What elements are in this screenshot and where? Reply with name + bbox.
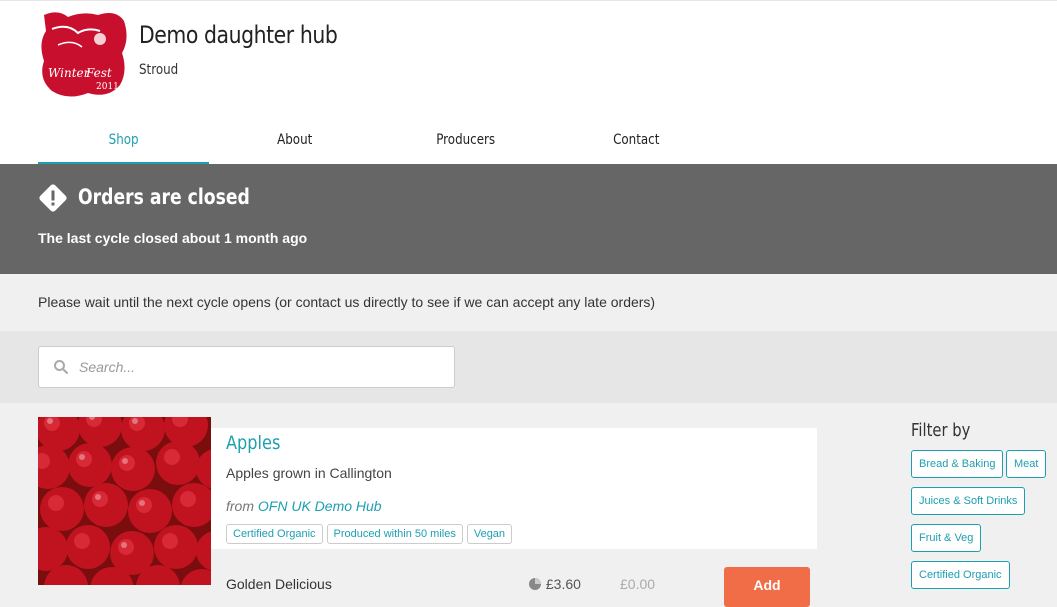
variant-name: Golden Delicious: [226, 576, 332, 592]
orders-closed-subtitle: The last cycle closed about 1 month ago: [38, 230, 308, 246]
hub-logo: Winter Fest 2011: [38, 9, 128, 97]
filter-tag-meat[interactable]: Meat: [1006, 450, 1047, 478]
svg-text:2011: 2011: [96, 82, 119, 92]
hub-name: Demo daughter hub: [139, 21, 338, 49]
product-description: Apples grown in Callington: [226, 465, 392, 481]
filter-tag-fruit-veg[interactable]: Fruit & Veg: [911, 524, 982, 552]
from-hub-link[interactable]: OFN UK Demo Hub: [258, 498, 382, 514]
orders-closed-banner: [0, 164, 1057, 274]
variant-price: £3.60: [528, 576, 581, 592]
tab-producers[interactable]: Producers: [380, 117, 551, 165]
product-tag[interactable]: Certified Organic: [226, 524, 323, 544]
tab-contact[interactable]: Contact: [551, 117, 722, 165]
from-label: from: [226, 498, 254, 514]
svg-text:Fest: Fest: [85, 66, 112, 80]
product-tag[interactable]: Vegan: [466, 524, 513, 544]
search-box[interactable]: [38, 346, 455, 388]
wait-message: Please wait until the next cycle opens (…: [38, 294, 656, 310]
price-breakdown-icon[interactable]: [528, 577, 542, 591]
search-input[interactable]: [79, 357, 439, 377]
add-button[interactable]: Add: [724, 567, 810, 607]
filter-tag-juices-soft-drinks[interactable]: Juices & Soft Drinks: [911, 487, 1026, 515]
product-tags: Certified Organic Produced within 50 mil…: [226, 524, 513, 544]
tab-producers-label: Producers: [436, 132, 495, 148]
tab-about[interactable]: About: [209, 117, 380, 165]
product-name[interactable]: Apples: [226, 432, 280, 454]
search-icon: [53, 359, 69, 375]
product-from: from OFN UK Demo Hub: [226, 498, 382, 514]
shop-tabs: Shop About Producers Contact: [38, 117, 722, 165]
tab-contact-label: Contact: [613, 132, 660, 148]
svg-text:Winter: Winter: [48, 66, 91, 80]
tab-about-label: About: [276, 132, 313, 148]
hub-location: Stroud: [139, 62, 179, 78]
product-image[interactable]: [38, 417, 211, 585]
product-card: Apples Apples grown in Callington from O…: [211, 428, 817, 549]
warning-icon: [38, 183, 68, 213]
orders-closed-title: Orders are closed: [78, 185, 250, 209]
filter-tag-bread-baking[interactable]: Bread & Baking: [911, 450, 1004, 478]
variant-price-value: £3.60: [545, 576, 581, 592]
variant-total: £0.00: [620, 576, 656, 592]
tab-shop[interactable]: Shop: [38, 117, 209, 165]
filter-title: Filter by: [911, 420, 971, 441]
product-tag[interactable]: Produced within 50 miles: [326, 524, 463, 544]
tab-shop-label: Shop: [108, 132, 139, 148]
shop-header: Winter Fest 2011 Demo daughter hub Strou…: [0, 0, 1057, 165]
